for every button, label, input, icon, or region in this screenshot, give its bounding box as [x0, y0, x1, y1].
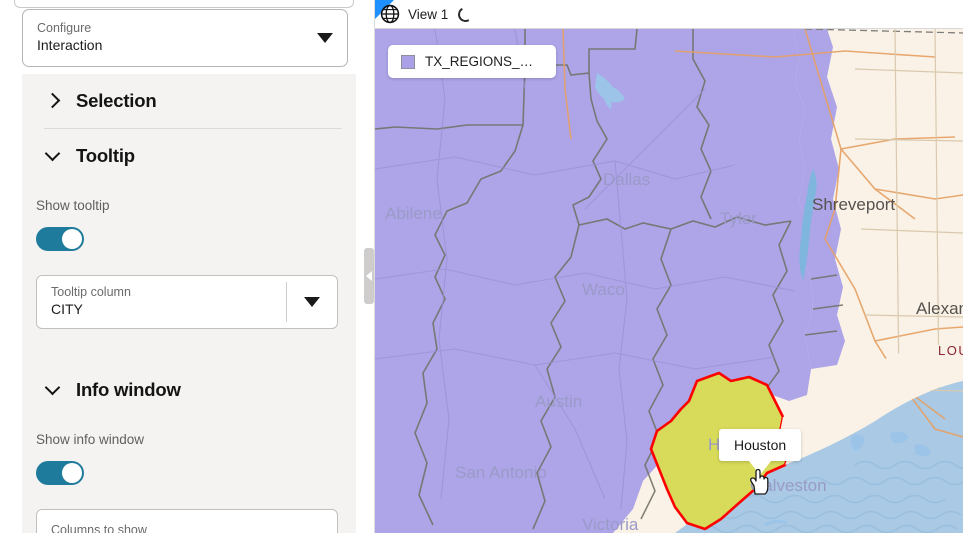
show-tooltip-toggle[interactable] [36, 227, 84, 251]
section-header-info-window[interactable]: Info window [22, 363, 356, 417]
section-title-info-window: Info window [76, 379, 181, 400]
section-title-selection: Selection [76, 90, 157, 111]
toggle-knob [62, 463, 82, 483]
clipped-field-above [14, 0, 354, 8]
chevron-right-icon [44, 92, 62, 110]
tooltip-column-label: Tooltip column [51, 285, 131, 300]
caret-down-icon[interactable] [317, 33, 333, 43]
columns-to-show-text: Columns to show [37, 523, 337, 533]
view-tab-bar: View 1 [375, 0, 963, 29]
view-tab-label[interactable]: View 1 [408, 7, 448, 22]
section-title-tooltip: Tooltip [76, 145, 135, 166]
tooltip-column-caret[interactable] [287, 297, 337, 307]
legend-item-label: TX_REGIONS_GE... [425, 54, 543, 69]
section-header-selection[interactable]: Selection [22, 74, 356, 128]
settings-panel: Selection Tooltip Show tooltip Tooltip c… [22, 74, 356, 533]
show-info-window-toggle[interactable] [36, 461, 84, 485]
pointing-hand-cursor [748, 468, 770, 501]
spinner-icon [456, 4, 475, 24]
tooltip-column-value: CITY [51, 301, 83, 318]
chevron-down-icon [44, 147, 62, 165]
tooltip-column-text: Tooltip column CITY [37, 285, 286, 318]
section-header-tooltip[interactable]: Tooltip [22, 129, 356, 183]
legend-color-swatch [401, 54, 415, 69]
map-pane: View 1 Abilene Dallas Tyler Shreveport W… [375, 0, 963, 533]
globe-icon [379, 3, 401, 25]
map-legend[interactable]: TX_REGIONS_GE... [388, 45, 556, 78]
configure-dropdown[interactable]: Configure Interaction [22, 9, 348, 67]
columns-to-show-label: Columns to show [51, 523, 147, 533]
configure-dropdown-label: Configure [37, 21, 92, 36]
chevron-left-icon [366, 271, 372, 281]
caret-down-icon [304, 297, 320, 307]
basemap-graphic [375, 29, 963, 533]
map-tooltip-text: Houston [719, 429, 802, 461]
map-tooltip: Houston [719, 429, 802, 475]
show-info-window-label: Show info window [36, 432, 145, 447]
columns-to-show-field[interactable]: Columns to show [36, 509, 338, 533]
map-canvas[interactable]: AbileneDallasTylerShreveportWacoAlexandr… [375, 29, 963, 533]
toggle-knob [62, 229, 82, 249]
configure-dropdown-text: Configure Interaction [37, 21, 309, 54]
configure-dropdown-value: Interaction [37, 37, 103, 54]
tooltip-column-dropdown[interactable]: Tooltip column CITY [36, 275, 338, 329]
chevron-down-icon [44, 381, 62, 399]
configuration-sidebar: Configure Interaction Selection Tooltip … [0, 0, 375, 533]
show-tooltip-label: Show tooltip [36, 198, 110, 213]
sidebar-collapse-handle[interactable] [364, 248, 374, 304]
app-root: Configure Interaction Selection Tooltip … [0, 0, 963, 533]
